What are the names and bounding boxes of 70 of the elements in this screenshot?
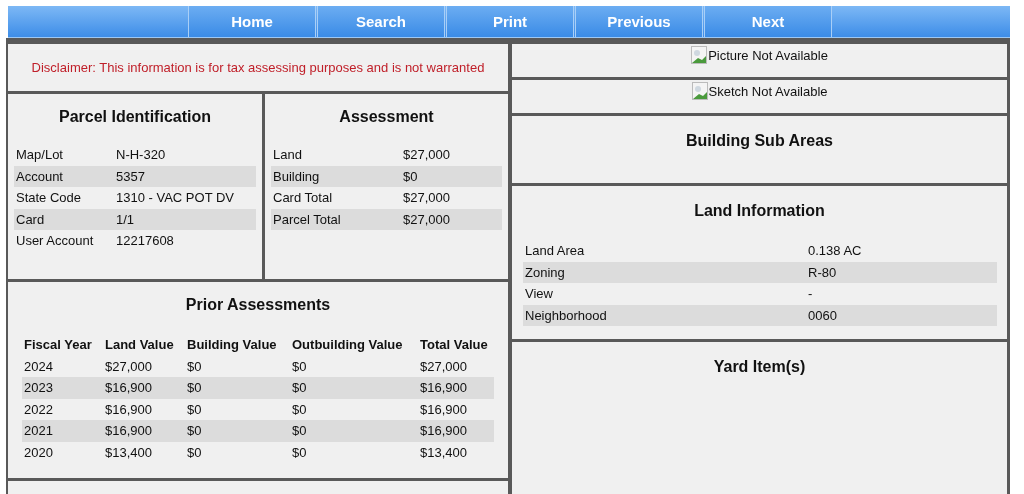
field-value: $27,000	[402, 147, 451, 163]
column-header: Total Value	[419, 337, 489, 353]
table-cell-text: $27,000	[104, 358, 153, 374]
field-label: Account	[15, 168, 64, 184]
table-cell-text: $16,900	[419, 401, 468, 417]
table-cell-text: $13,400	[419, 444, 468, 460]
column-header: Outbuilding Value	[291, 337, 404, 353]
field-label: Building	[272, 168, 321, 184]
image-alt-text: Picture Not Available	[708, 47, 828, 63]
field-value: 1310 - VAC POT DV	[115, 190, 235, 206]
table-cell-text: 2023	[23, 380, 54, 396]
section-title: Land Information	[694, 202, 825, 220]
table-cell-text: $16,900	[104, 401, 153, 417]
field-value: $27,000	[402, 190, 451, 206]
field-label: Land Area	[524, 243, 586, 259]
section-title: Yard Item(s)	[713, 358, 806, 376]
field-label: Map/Lot	[15, 147, 64, 163]
field-value: 0.138 AC	[807, 243, 863, 259]
table-cell-text: $0	[186, 423, 203, 439]
section-title: Assessment	[339, 108, 434, 126]
field-value: $27,000	[402, 211, 451, 227]
table-cell-text: $0	[291, 401, 308, 417]
field-value: 1/1	[115, 211, 136, 227]
section-title: Parcel Identification	[58, 108, 211, 126]
table-cell-text: $0	[186, 401, 203, 417]
table-cell-text: $0	[291, 380, 308, 396]
table-cell-text: $13,400	[104, 444, 153, 460]
table-cell-text: $0	[186, 380, 203, 396]
field-label: Card	[15, 211, 46, 227]
nav-button[interactable]: Previous	[575, 6, 703, 37]
field-value: 12217608	[115, 233, 175, 249]
table-cell-text: $0	[291, 444, 308, 460]
section-title: Prior Assessments	[185, 296, 331, 314]
field-label: View	[524, 286, 554, 302]
table-cell-text: $27,000	[419, 358, 468, 374]
table-cell-text: $0	[291, 358, 308, 374]
field-label: User Account	[15, 233, 95, 249]
field-label: Neighborhood	[524, 307, 608, 323]
disclaimer-text: Disclaimer: This information is for tax assessing purposes and is not warranted	[31, 60, 485, 75]
column-header: Fiscal Year	[23, 337, 93, 353]
table-cell-text: 2020	[23, 444, 54, 460]
table-cell-text: $0	[186, 358, 203, 374]
column-header: Building Value	[186, 337, 278, 353]
nav-button[interactable]: Home	[188, 6, 316, 37]
field-label: Land	[272, 147, 303, 163]
nav-button[interactable]: Print	[446, 6, 574, 37]
field-value: 5357	[115, 168, 146, 184]
field-value: $0	[402, 168, 419, 184]
table-cell-text: $16,900	[104, 380, 153, 396]
table-cell-text: 2021	[23, 423, 54, 439]
table-cell-text: $0	[291, 423, 308, 439]
field-label: Zoning	[524, 264, 566, 280]
column-header: Land Value	[104, 337, 175, 353]
table-cell-text: $16,900	[104, 423, 153, 439]
table-cell-text: $0	[186, 444, 203, 460]
image-alt-text: Sketch Not Available	[708, 83, 828, 99]
field-value: R-80	[807, 264, 838, 280]
table-cell-text: 2022	[23, 401, 54, 417]
nav-button[interactable]: Next	[704, 6, 832, 37]
field-value: 0060	[807, 307, 838, 323]
field-label: Card Total	[272, 190, 333, 206]
nav-button[interactable]: Search	[317, 6, 445, 37]
table-cell-text: 2024	[23, 358, 54, 374]
table-cell-text: $16,900	[419, 423, 468, 439]
table-cell-text: $16,900	[419, 380, 468, 396]
field-value: -	[807, 286, 814, 302]
section-title: Building Sub Areas	[686, 132, 833, 150]
field-label: State Code	[15, 190, 83, 206]
field-value: N-H-320	[115, 147, 167, 163]
field-label: Parcel Total	[272, 211, 342, 227]
